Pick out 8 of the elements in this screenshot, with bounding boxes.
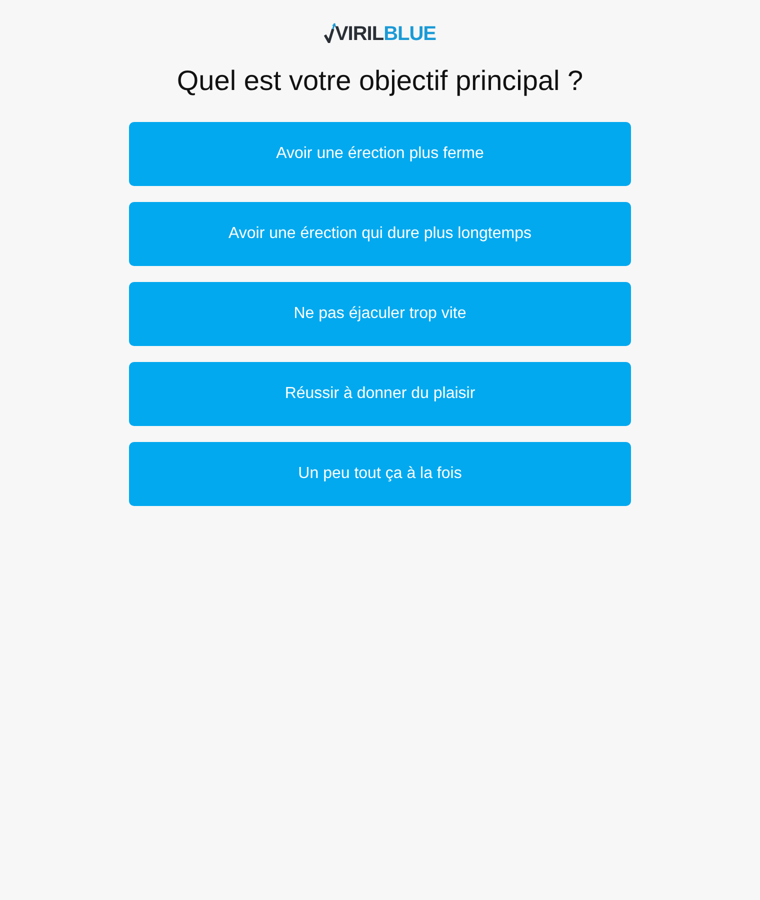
answer-button[interactable]: Avoir une érection qui dure plus longtemps [129,202,631,266]
question-title: Quel est votre objectif principal ? [176,64,584,98]
logo-text: VIRILBLUE [334,23,436,45]
answer-button[interactable]: Réussir à donner du plaisir [129,362,631,426]
answer-button[interactable]: Un peu tout ça à la fois [129,442,631,506]
arrow-icon [324,23,336,43]
answer-button[interactable]: Ne pas éjaculer trop vite [129,282,631,346]
answer-button[interactable]: Avoir une érection plus ferme [129,122,631,186]
